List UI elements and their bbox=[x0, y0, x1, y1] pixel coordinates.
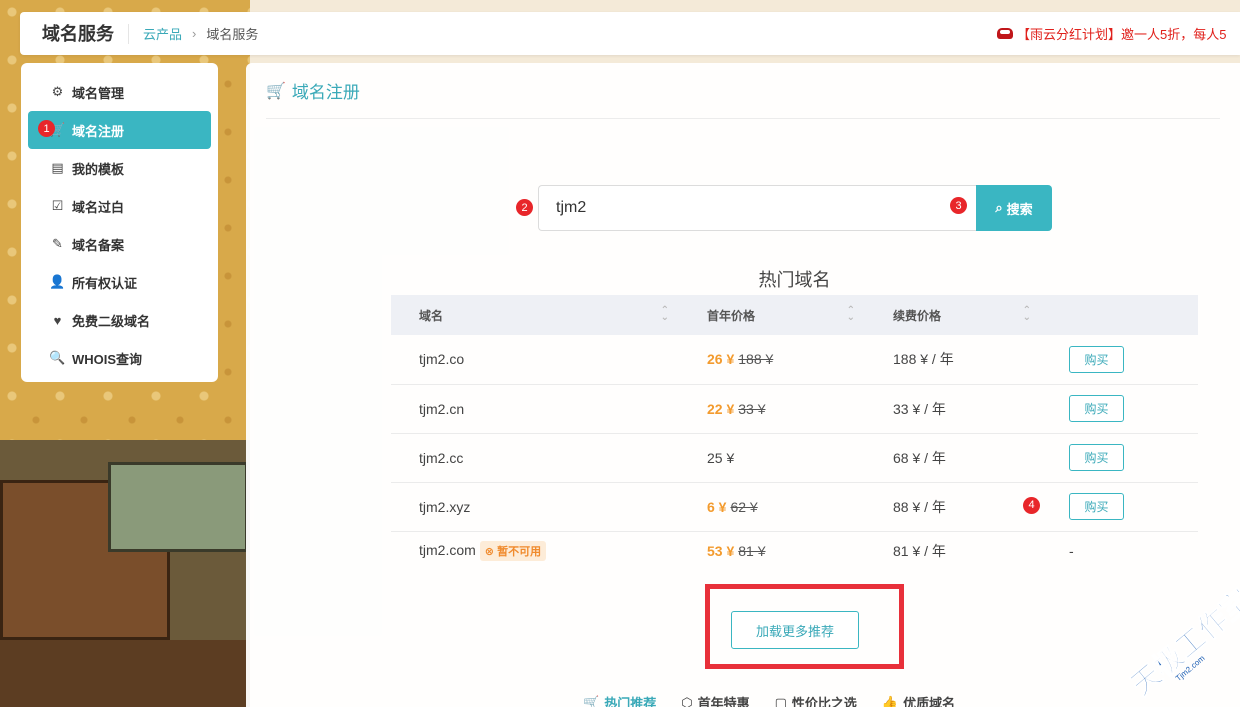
heart-icon: ♥ bbox=[53, 312, 62, 328]
action-cell: 购买 bbox=[1041, 433, 1198, 483]
renewal-price: 188 ¥ / 年 bbox=[865, 335, 1041, 385]
sidebar-item-domain-whitelist[interactable]: ☑ 域名过白 bbox=[28, 187, 211, 225]
domain-name: tjm2.cn bbox=[391, 384, 679, 434]
gears-icon: ⚙ bbox=[51, 84, 64, 99]
breadcrumb-separator: › bbox=[192, 26, 197, 41]
domain-name: tjm2.com ⊗ 暂不可用 bbox=[391, 531, 679, 571]
tab-premium-domains[interactable]: 👍 优质域名 bbox=[882, 693, 955, 707]
action-cell: 购买 bbox=[1041, 335, 1198, 385]
sidebar-item-label: 域名备案 bbox=[72, 237, 125, 253]
table-row: tjm2.com ⊗ 暂不可用 53 ¥81 ¥ 81 ¥ / 年 - bbox=[391, 531, 1198, 571]
id-card-icon: ▤ bbox=[51, 160, 64, 175]
sidebar-item-domain-registration[interactable]: 1 🛒 域名注册 bbox=[28, 111, 211, 149]
renewal-price: 81 ¥ / 年 bbox=[893, 543, 946, 560]
tab-hot-recommend[interactable]: 🛒 热门推荐 bbox=[583, 693, 656, 707]
sidebar-item-domain-filing[interactable]: ✎ 域名备案 bbox=[28, 225, 211, 263]
action-cell: 4 购买 bbox=[1023, 482, 1198, 532]
buy-button[interactable]: 购买 bbox=[1069, 493, 1124, 520]
domain-name: tjm2.cc bbox=[391, 433, 679, 483]
table-row: tjm2.co 26 ¥188 ¥ 188 ¥ / 年 购买 bbox=[391, 335, 1198, 385]
sidebar-item-free-subdomain[interactable]: ♥ 免费二级域名 bbox=[28, 301, 211, 339]
column-header-domain[interactable]: 域名 ⌃ ⌄ bbox=[391, 295, 679, 335]
column-header-action bbox=[1041, 295, 1198, 335]
cart-plus-icon: 🛒 bbox=[266, 82, 286, 100]
first-year-price: 6 ¥62 ¥ bbox=[679, 482, 865, 532]
search-button-label: 搜索 bbox=[1006, 201, 1033, 217]
highlight-box bbox=[705, 584, 904, 669]
column-header-first-year-price[interactable]: 首年价格 ⌃ ⌄ bbox=[679, 295, 865, 335]
page-title: 域名服务 bbox=[20, 23, 129, 44]
domain-name: tjm2.xyz bbox=[391, 482, 679, 532]
sort-icon: ⌃ ⌄ bbox=[846, 305, 855, 323]
table-header-row: 域名 ⌃ ⌄ 首年价格 ⌃ ⌄ 续费价格 ⌃ ⌄ bbox=[391, 295, 1198, 335]
panel-header: 🛒 域名注册 bbox=[266, 63, 1220, 119]
announcement-marquee[interactable]: 【雨云分红计划】邀一人5折，每人5 bbox=[997, 12, 1226, 55]
step-badge: 1 bbox=[38, 120, 55, 137]
sidebar-item-label: 我的模板 bbox=[72, 161, 125, 177]
table-row: tjm2.cn 22 ¥33 ¥ 33 ¥ / 年 购买 bbox=[391, 384, 1198, 434]
domain-table: 域名 ⌃ ⌄ 首年价格 ⌃ ⌄ 续费价格 ⌃ ⌄ tjm2.co 26 ¥188 ¥ 188… bbox=[391, 295, 1198, 571]
box-icon: ▢ bbox=[774, 694, 787, 707]
thumbs-up-icon: 👍 bbox=[881, 694, 899, 707]
sidebar-item-my-templates[interactable]: ▤ 我的模板 bbox=[28, 149, 211, 187]
breadcrumb: 云产品 › 域名服务 bbox=[129, 24, 258, 43]
first-year-price: 25 ¥ bbox=[679, 433, 865, 483]
sidebar-item-label: 域名过白 bbox=[72, 199, 125, 215]
renewal-price: 33 ¥ / 年 bbox=[865, 384, 1041, 434]
action-cell: - bbox=[1069, 543, 1074, 560]
column-header-renewal-price[interactable]: 续费价格 ⌃ ⌄ bbox=[865, 295, 1041, 335]
table-row: tjm2.xyz 6 ¥62 ¥ 88 ¥ / 年 4 购买 bbox=[391, 482, 1198, 532]
search-icon: ⌕ bbox=[995, 200, 1003, 215]
buy-button[interactable]: 购买 bbox=[1069, 395, 1124, 422]
recommendation-tabs: 🛒 热门推荐 ⬡ 首年特惠 ▢ 性价比之选 👍 优质域名 bbox=[583, 693, 955, 707]
tab-value-pick[interactable]: ▢ 性价比之选 bbox=[775, 693, 857, 707]
cart-icon: 🛒 bbox=[583, 694, 600, 707]
tab-first-year-deal[interactable]: ⬡ 首年特惠 bbox=[681, 693, 749, 707]
tag-icon: ⬡ bbox=[681, 694, 693, 707]
renewal-price: 88 ¥ / 年 bbox=[865, 482, 1041, 532]
bg-crate bbox=[108, 462, 248, 552]
sidebar-item-label: 免费二级域名 bbox=[72, 313, 151, 329]
first-year-price: 53 ¥81 ¥ bbox=[707, 543, 766, 560]
bg-floor bbox=[0, 640, 250, 707]
sidebar-item-label: WHOIS查询 bbox=[72, 351, 143, 367]
domain-search-bar: 2 3 ⌕ 搜索 bbox=[516, 185, 1052, 231]
sidebar-item-label: 域名注册 bbox=[72, 123, 125, 139]
table-row: tjm2.cc 25 ¥ 68 ¥ / 年 购买 bbox=[391, 433, 1198, 483]
sidebar-item-label: 域名管理 bbox=[72, 85, 125, 101]
step-badge: 4 bbox=[1023, 496, 1040, 514]
car-icon bbox=[997, 28, 1013, 39]
breadcrumb-link-cloud-products[interactable]: 云产品 bbox=[143, 24, 182, 43]
hot-domains-title: 热门域名 bbox=[758, 270, 831, 290]
sidebar-item-whois[interactable]: 🔍 WHOIS查询 bbox=[28, 339, 211, 377]
user-check-icon: 👤 bbox=[49, 274, 66, 289]
buy-button[interactable]: 购买 bbox=[1069, 444, 1124, 471]
announcement-text: 【雨云分红计划】邀一人5折，每人5 bbox=[1017, 27, 1227, 42]
domain-name: tjm2.co bbox=[391, 335, 679, 385]
sidebar-item-ownership-verification[interactable]: 👤 所有权认证 bbox=[28, 263, 211, 301]
action-cell: 购买 bbox=[1041, 384, 1198, 434]
sidebar-item-domain-management[interactable]: ⚙ 域名管理 bbox=[28, 73, 211, 111]
sort-icon: ⌃ ⌄ bbox=[660, 305, 669, 323]
step-badge: 3 bbox=[950, 197, 967, 214]
sidebar-item-label: 所有权认证 bbox=[72, 275, 138, 291]
panel-title: 域名注册 bbox=[291, 83, 360, 102]
renewal-price: 68 ¥ / 年 bbox=[865, 433, 1041, 483]
breadcrumb-current: 域名服务 bbox=[206, 27, 259, 42]
buy-button[interactable]: 购买 bbox=[1069, 345, 1124, 373]
search-icon: 🔍 bbox=[49, 350, 66, 365]
file-signature-icon: ✎ bbox=[52, 236, 63, 251]
top-bar: 域名服务 云产品 › 域名服务 【雨云分红计划】邀一人5折，每人5 bbox=[20, 12, 1240, 55]
search-button[interactable]: ⌕ 搜索 bbox=[976, 185, 1052, 231]
sidebar: ⚙ 域名管理 1 🛒 域名注册 ▤ 我的模板 ☑ 域名过白 ✎ 域名备案 👤 所… bbox=[21, 63, 218, 382]
sort-icon: ⌃ ⌄ bbox=[1022, 305, 1031, 323]
first-year-price: 22 ¥33 ¥ bbox=[679, 384, 865, 434]
inbox-check-icon: ☑ bbox=[51, 198, 64, 213]
unavailable-tag: ⊗ 暂不可用 bbox=[479, 541, 547, 562]
step-badge: 2 bbox=[516, 199, 533, 216]
first-year-price: 26 ¥188 ¥ bbox=[679, 335, 865, 385]
domain-search-input[interactable] bbox=[538, 185, 976, 231]
main-panel: 🛒 域名注册 2 3 ⌕ 搜索 热门域名 域名⌃⌄ 首年价格⌃⌄ 续费价格⌃⌄ … bbox=[246, 63, 1240, 707]
